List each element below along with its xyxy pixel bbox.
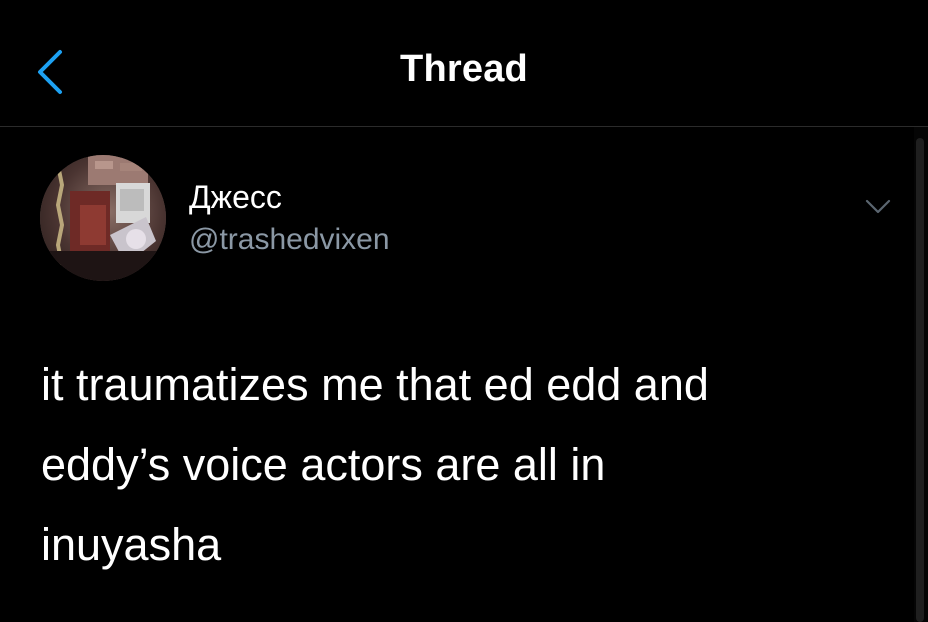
- user-handle[interactable]: @trashedvixen: [189, 223, 390, 257]
- tweet: Джесс @trashedvixen it traumatizes me th…: [0, 127, 912, 622]
- tweet-text: it traumatizes me that ed edd and eddy’s…: [41, 359, 709, 570]
- display-name[interactable]: Джесс: [189, 179, 282, 216]
- chevron-down-icon: [865, 199, 891, 214]
- scrollbar-thumb[interactable]: [916, 138, 924, 622]
- avatar[interactable]: [40, 155, 166, 281]
- user-avatar-image: [40, 155, 166, 281]
- navigation-bar: Thread: [0, 0, 928, 127]
- tweet-options-button[interactable]: [858, 187, 898, 227]
- page-title: Thread: [400, 48, 528, 90]
